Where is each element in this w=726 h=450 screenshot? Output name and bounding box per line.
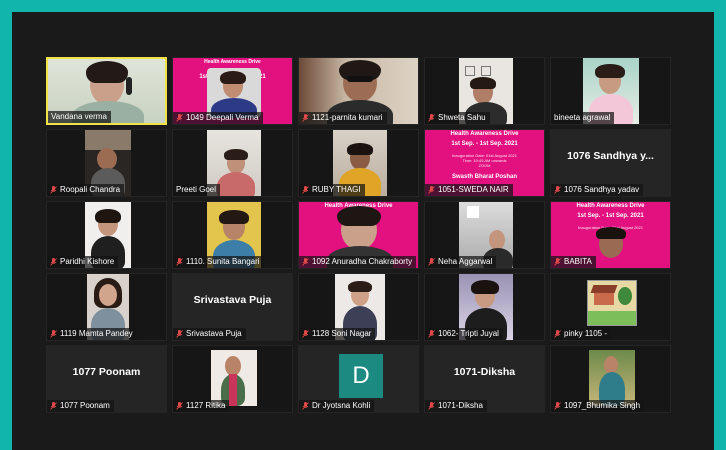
participant-tile[interactable]: 1071-Diksha 1071-Diksha xyxy=(424,345,545,413)
avatar: D xyxy=(339,354,383,398)
participant-display-name: Srivastava Puja xyxy=(193,294,272,306)
participant-name: 1128 Soni Nagar xyxy=(299,328,376,340)
participant-tile[interactable]: 1077 Poonam 1077 Poonam xyxy=(46,345,167,413)
participant-name: 1127 Ritika xyxy=(173,400,230,412)
participant-name: 1110. Sunita Bangari xyxy=(173,256,264,268)
participant-tile[interactable]: 1119 Mamta Pandey xyxy=(46,273,167,341)
mic-off-icon xyxy=(428,330,435,338)
participant-tile[interactable]: Shweta Sahu xyxy=(424,57,545,125)
mic-off-icon xyxy=(302,402,309,410)
meeting-window: Vandana verma Health Awareness Drive 1st… xyxy=(12,12,714,450)
participant-tile[interactable]: RUBY THAGI xyxy=(298,129,419,197)
mic-off-icon xyxy=(554,402,561,410)
participant-name: 1062- Tripti Juyal xyxy=(425,328,503,340)
mic-off-icon xyxy=(176,402,183,410)
participant-tile[interactable]: Vandana verma xyxy=(46,57,167,125)
participant-name: 1097_Bhumika Singh xyxy=(551,400,645,412)
participant-name: RUBY THAGI xyxy=(299,184,365,196)
participant-name: 1121-parnita kumari xyxy=(299,112,387,124)
participant-name: 1051-SWEDA NAIR xyxy=(425,184,513,196)
mic-off-icon xyxy=(50,186,57,194)
participant-tile[interactable]: Preeti Goel xyxy=(172,129,293,197)
participant-name: Dr Jyotsna Kohli xyxy=(299,400,375,412)
participant-name: Paridhi Kishore xyxy=(47,256,119,268)
mic-off-icon xyxy=(50,402,57,410)
mic-off-icon xyxy=(176,258,183,266)
mic-off-icon xyxy=(302,258,309,266)
participant-display-name: 1071-Diksha xyxy=(453,366,516,378)
participant-name: Vandana verma xyxy=(48,111,111,123)
participant-tile[interactable]: 1128 Soni Nagar xyxy=(298,273,419,341)
mic-off-icon xyxy=(302,114,309,122)
participant-name: bineeta agrawal xyxy=(551,112,615,124)
poster-title: Health Awareness Drive xyxy=(450,131,519,137)
mic-off-icon xyxy=(554,258,561,266)
participant-tile[interactable]: 1121-parnita kumari xyxy=(298,57,419,125)
participant-name: BABITA xyxy=(551,256,596,268)
mic-off-icon xyxy=(176,114,183,122)
poster-title: Health Awareness Drive xyxy=(576,203,645,209)
mic-off-icon xyxy=(302,186,309,194)
participant-tile[interactable]: Health Awareness Drive 1st Sep. - 1st Se… xyxy=(172,57,293,125)
mic-off-icon xyxy=(50,258,57,266)
mic-off-icon xyxy=(176,330,183,338)
participant-tile[interactable]: Health Awareness Drive 1st Sep. - 1st Se… xyxy=(550,201,671,269)
participant-name: Srivastava Puja xyxy=(173,328,246,340)
poster-footer: Swasth Bharat Poshan xyxy=(451,174,517,180)
participant-tile[interactable]: 1076 Sandhya y... 1076 Sandhya yadav xyxy=(550,129,671,197)
participant-display-name: 1076 Sandhya y... xyxy=(567,150,654,162)
mic-off-icon xyxy=(428,186,435,194)
participant-name: 1077 Poonam xyxy=(47,400,114,412)
participant-name: Neha Aggarwal xyxy=(425,256,497,268)
participant-tile[interactable]: 1110. Sunita Bangari xyxy=(172,201,293,269)
participant-tile[interactable]: 1062- Tripti Juyal xyxy=(424,273,545,341)
participant-tile[interactable]: 1097_Bhumika Singh xyxy=(550,345,671,413)
participant-tile[interactable]: Health Awareness Drive 1092 Anuradha Cha… xyxy=(298,201,419,269)
participant-name: 1119 Mamta Pandey xyxy=(47,328,137,340)
participant-name: Shweta Sahu xyxy=(425,112,490,124)
mic-off-icon xyxy=(554,186,561,194)
mic-off-icon xyxy=(428,114,435,122)
poster-dates: 1st Sep. - 1st Sep. 2021 xyxy=(451,141,518,147)
participant-name: Roopali Chandra xyxy=(47,184,125,196)
participant-tile[interactable]: Neha Aggarwal xyxy=(424,201,545,269)
participant-name: 1092 Anuradha Chakraborty xyxy=(299,256,417,268)
participant-name: 1049 Deepali Verma xyxy=(173,112,263,124)
participant-name: 1076 Sandhya yadav xyxy=(551,184,644,196)
participant-tile[interactable]: D Dr Jyotsna Kohli xyxy=(298,345,419,413)
mic-off-icon xyxy=(428,402,435,410)
participant-display-name: 1077 Poonam xyxy=(72,366,141,378)
poster-title: Health Awareness Drive xyxy=(204,59,261,65)
participant-tile[interactable]: bineeta agrawal xyxy=(550,57,671,125)
mic-off-icon xyxy=(50,330,57,338)
gallery-grid: Vandana verma Health Awareness Drive 1st… xyxy=(46,57,671,413)
participant-tile[interactable]: Health Awareness Drive 1st Sep. - 1st Se… xyxy=(424,129,545,197)
mic-off-icon xyxy=(554,330,561,338)
participant-tile[interactable]: pinky 1105 - xyxy=(550,273,671,341)
poster-platform: ZOOM xyxy=(478,163,491,168)
mic-off-icon xyxy=(428,258,435,266)
participant-name: Preeti Goel xyxy=(173,184,221,196)
participant-tile[interactable]: Srivastava Puja Srivastava Puja xyxy=(172,273,293,341)
mic-off-icon xyxy=(302,330,309,338)
participant-tile[interactable]: 1127 Ritika xyxy=(172,345,293,413)
poster-dates: 1st Sep. - 1st Sep. 2021 xyxy=(577,213,644,219)
participant-name: pinky 1105 - xyxy=(551,328,611,340)
participant-name: 1071-Diksha xyxy=(425,400,487,412)
participant-tile[interactable]: Roopali Chandra xyxy=(46,129,167,197)
participant-tile[interactable]: Paridhi Kishore xyxy=(46,201,167,269)
